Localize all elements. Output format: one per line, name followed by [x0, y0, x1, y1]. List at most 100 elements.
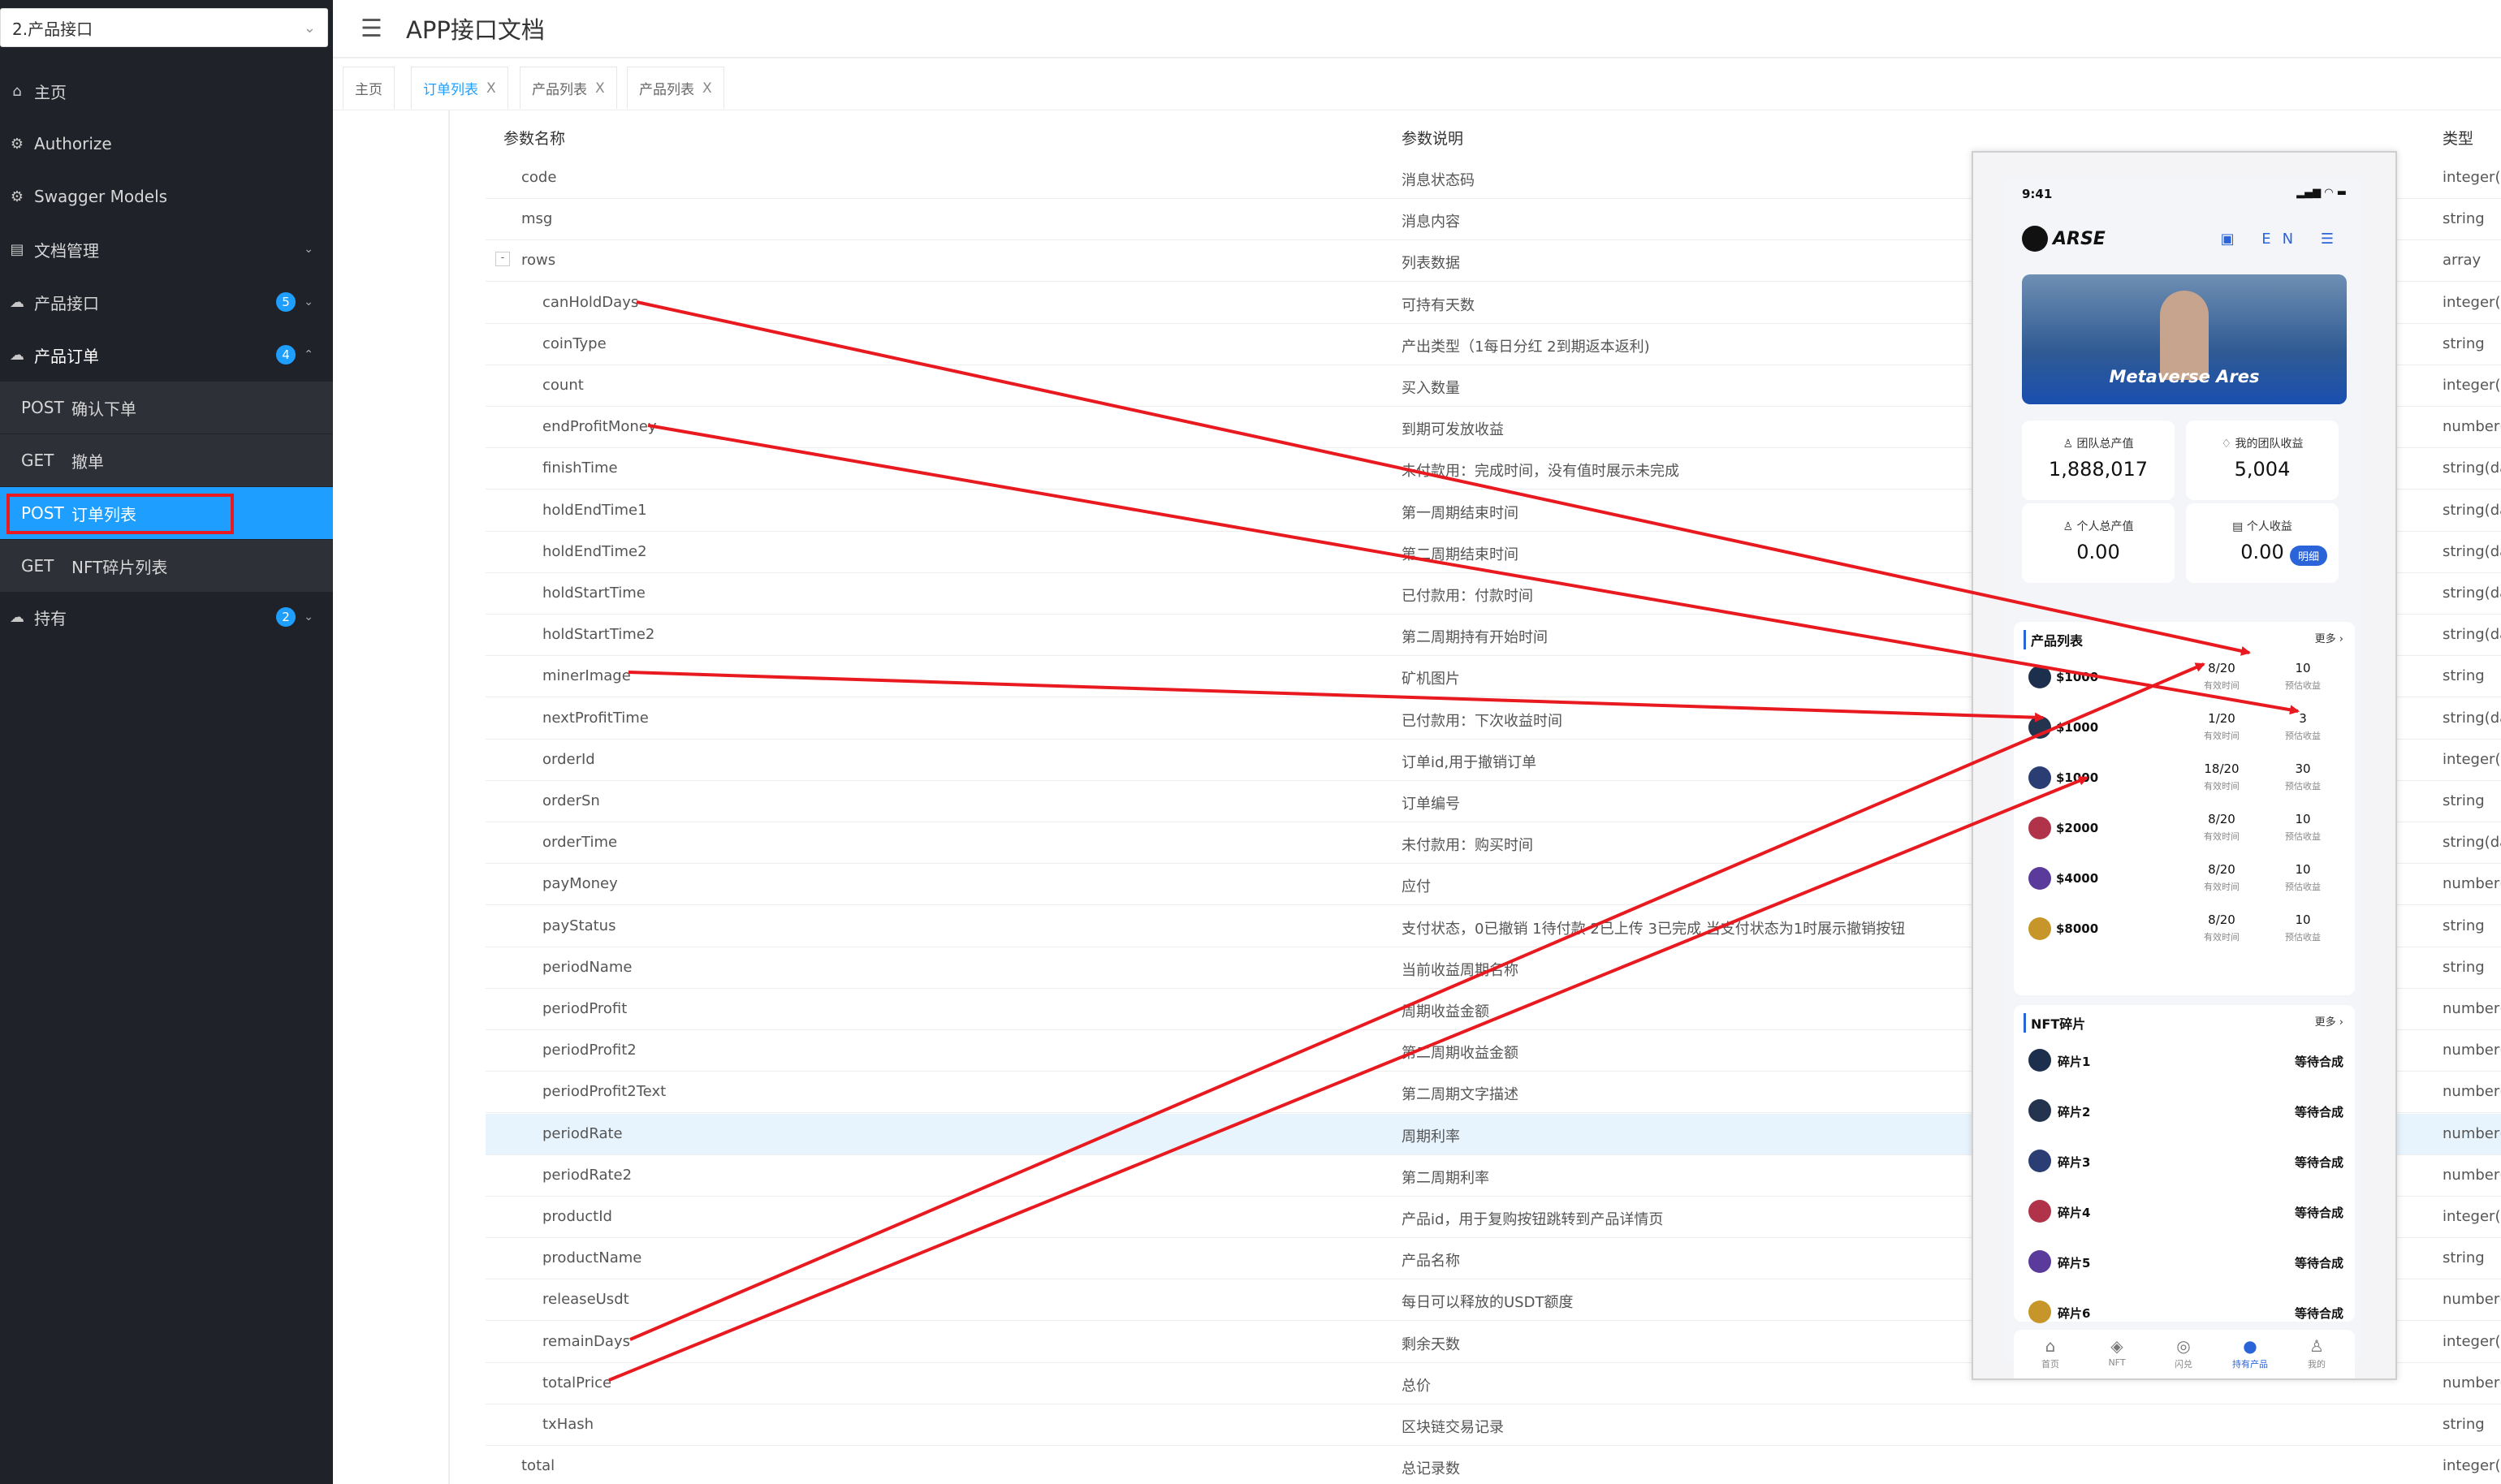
valid-time-label: 有效时间 — [2204, 882, 2240, 892]
count-badge: 2 — [276, 607, 296, 627]
param-type: string(da — [2443, 501, 2501, 519]
sidebar-item-product-order[interactable]: ☁ 产品订单 4 ⌃ — [0, 329, 333, 381]
param-description: 产品id，用于复购按钮跳转到产品详情页 — [1402, 1211, 1664, 1228]
app-tab-item[interactable]: ● 持有产品 — [2218, 1336, 2283, 1370]
product-row[interactable]: $1000 18/20 有效时间 30 预估收益 — [2014, 757, 2355, 807]
tab-label: 主页 — [355, 82, 382, 98]
tab-home[interactable]: 主页 — [343, 67, 395, 109]
product-expected-profit: 10 — [2295, 661, 2311, 675]
app-tab-item[interactable]: ⌂ 首页 — [2018, 1336, 2083, 1370]
nft-row[interactable]: 碎片1 等待合成 — [2014, 1038, 2355, 1088]
param-type: number(b — [2443, 875, 2501, 893]
tab-label: 我的 — [2308, 1359, 2326, 1370]
param-description: 可持有天数 — [1402, 296, 1475, 314]
tab-product-list-2[interactable]: 产品列表 X — [627, 67, 724, 109]
expected-profit-label: 预估收益 — [2285, 781, 2321, 792]
sidebar-subitem-cancel-order[interactable]: GET 撤单 — [0, 434, 333, 486]
product-row[interactable]: $8000 8/20 有效时间 10 预估收益 — [2014, 908, 2355, 958]
tab-order-list[interactable]: 订单列表 X — [411, 67, 508, 109]
app-preview-screenshot: 9:41 ▂▄▆ ◠ ▬ ARSE ▣ EN ☰ Metaverse Ares … — [1972, 151, 2397, 1380]
param-name: orderId — [542, 750, 595, 768]
product-expected-profit: 3 — [2299, 711, 2307, 726]
app-tab-item[interactable]: ◈ NFT — [2084, 1336, 2149, 1368]
cloud-icon: ☁ — [10, 346, 24, 364]
chevron-down-icon: ⌄ — [304, 243, 313, 256]
detail-button[interactable]: 明细 — [2289, 546, 2327, 566]
param-name: productName — [542, 1249, 642, 1267]
app-tab-bar: ⌂ 首页 ◈ NFT ◎ 闪兑 ● 持有产品 ♙ 我的 — [2014, 1330, 2355, 1378]
param-name: periodProfit — [542, 1000, 628, 1017]
nft-title: NFT碎片 — [2024, 1013, 2085, 1033]
cloud-icon: ☁ — [10, 608, 24, 626]
param-type: integer(in — [2443, 1208, 2501, 1225]
sidebar-subitem-confirm-order[interactable]: POST 确认下单 — [0, 382, 333, 434]
param-name: periodProfit2 — [542, 1042, 637, 1059]
sidebar-item-home[interactable]: ⌂ 主页 — [0, 65, 333, 117]
param-type: string — [2443, 917, 2485, 934]
app-tab-item[interactable]: ♙ 我的 — [2284, 1336, 2349, 1370]
product-expected-profit: 30 — [2295, 761, 2311, 776]
product-list-panel: 产品列表 更多 › $1000 8/20 有效时间 10 预估收益 $1000 1/20 有效… — [2014, 622, 2355, 995]
nft-avatar-icon — [2028, 1301, 2051, 1323]
param-description: 列表数据 — [1402, 255, 1460, 273]
sidebar-subitem-nft-fragment-list[interactable]: GET NFT碎片列表 — [0, 540, 333, 592]
tab-icon: ◎ — [2176, 1336, 2191, 1356]
wallet-language-menu-icon[interactable]: ▣ EN ☰ — [2221, 231, 2345, 248]
sidebar-item-product-api[interactable]: ☁ 产品接口 5 ⌄ — [0, 276, 333, 328]
close-icon[interactable]: X — [595, 80, 605, 97]
table-row: txHash 区块链交易记录 string — [486, 1404, 2501, 1446]
product-avatar-icon — [2028, 917, 2051, 940]
param-description: 产品名称 — [1402, 1253, 1460, 1270]
product-row[interactable]: $4000 8/20 有效时间 10 预估收益 — [2014, 857, 2355, 908]
nft-status: 等待合成 — [2294, 1256, 2343, 1270]
param-description: 当前收益周期名称 — [1402, 961, 1518, 979]
nft-name: 碎片2 — [2058, 1105, 2091, 1119]
stat-card: ♢ 我的团队收益 5,004 — [2186, 421, 2339, 500]
nft-row[interactable]: 碎片5 等待合成 — [2014, 1239, 2355, 1289]
param-name: finishTime — [542, 459, 618, 477]
tab-product-list[interactable]: 产品列表 X — [520, 67, 617, 109]
sidebar-item-authorize[interactable]: ⚙ Authorize — [0, 118, 333, 170]
sidebar-item-label: 持有 — [34, 608, 67, 628]
product-row[interactable]: $2000 8/20 有效时间 10 预估收益 — [2014, 807, 2355, 857]
collapse-toggle[interactable]: - — [495, 252, 510, 267]
product-valid-time: 8/20 — [2208, 812, 2235, 826]
more-link[interactable]: 更多 › — [2315, 630, 2343, 645]
nft-status: 等待合成 — [2294, 1306, 2343, 1321]
home-icon: ⌂ — [12, 82, 22, 100]
product-avatar-icon — [2028, 867, 2051, 890]
product-valid-time: 1/20 — [2208, 711, 2235, 726]
close-icon[interactable]: X — [486, 80, 496, 97]
more-link[interactable]: 更多 › — [2315, 1013, 2343, 1029]
tab-label: 首页 — [2041, 1359, 2059, 1370]
nft-row[interactable]: 碎片2 等待合成 — [2014, 1088, 2355, 1138]
chevron-down-icon: ⌄ — [304, 610, 313, 623]
column-header-type: 类型 — [2443, 130, 2474, 148]
sidebar-item-swagger-models[interactable]: ⚙ Swagger Models — [0, 170, 333, 222]
param-description: 应付 — [1402, 878, 1431, 896]
expected-profit-label: 预估收益 — [2285, 680, 2321, 691]
logo-icon — [2022, 226, 2048, 252]
app-tab-item[interactable]: ◎ 闪兑 — [2151, 1336, 2216, 1370]
product-row[interactable]: $1000 8/20 有效时间 10 预估收益 — [2014, 656, 2355, 706]
param-type: number(b — [2443, 1374, 2501, 1391]
sidebar-item-doc-management[interactable]: ▤ 文档管理 ⌄ — [0, 223, 333, 275]
tab-icon: ⌂ — [2045, 1336, 2056, 1356]
api-group-select[interactable]: 2.产品接口 ⌄ — [0, 8, 328, 47]
param-description: 订单编号 — [1402, 796, 1460, 813]
sidebar-item-holdings[interactable]: ☁ 持有 2 ⌄ — [0, 591, 333, 643]
nft-row[interactable]: 碎片3 等待合成 — [2014, 1138, 2355, 1188]
product-price: $1000 — [2056, 720, 2099, 735]
nft-row[interactable]: 碎片4 等待合成 — [2014, 1188, 2355, 1239]
chevron-down-icon: ⌄ — [303, 19, 316, 37]
close-icon[interactable]: X — [702, 80, 712, 97]
column-header-param-name: 参数名称 — [503, 130, 566, 148]
product-row[interactable]: $1000 1/20 有效时间 3 预估收益 — [2014, 706, 2355, 757]
param-name: nextProfitTime — [542, 709, 649, 727]
param-name: remainDays — [542, 1332, 630, 1350]
tab-label: 产品列表 — [639, 82, 694, 98]
param-type: string — [2443, 792, 2485, 809]
stat-icon: ♢ — [2221, 438, 2232, 451]
product-avatar-icon — [2028, 817, 2051, 839]
menu-toggle-icon[interactable]: ☰ — [361, 15, 382, 43]
